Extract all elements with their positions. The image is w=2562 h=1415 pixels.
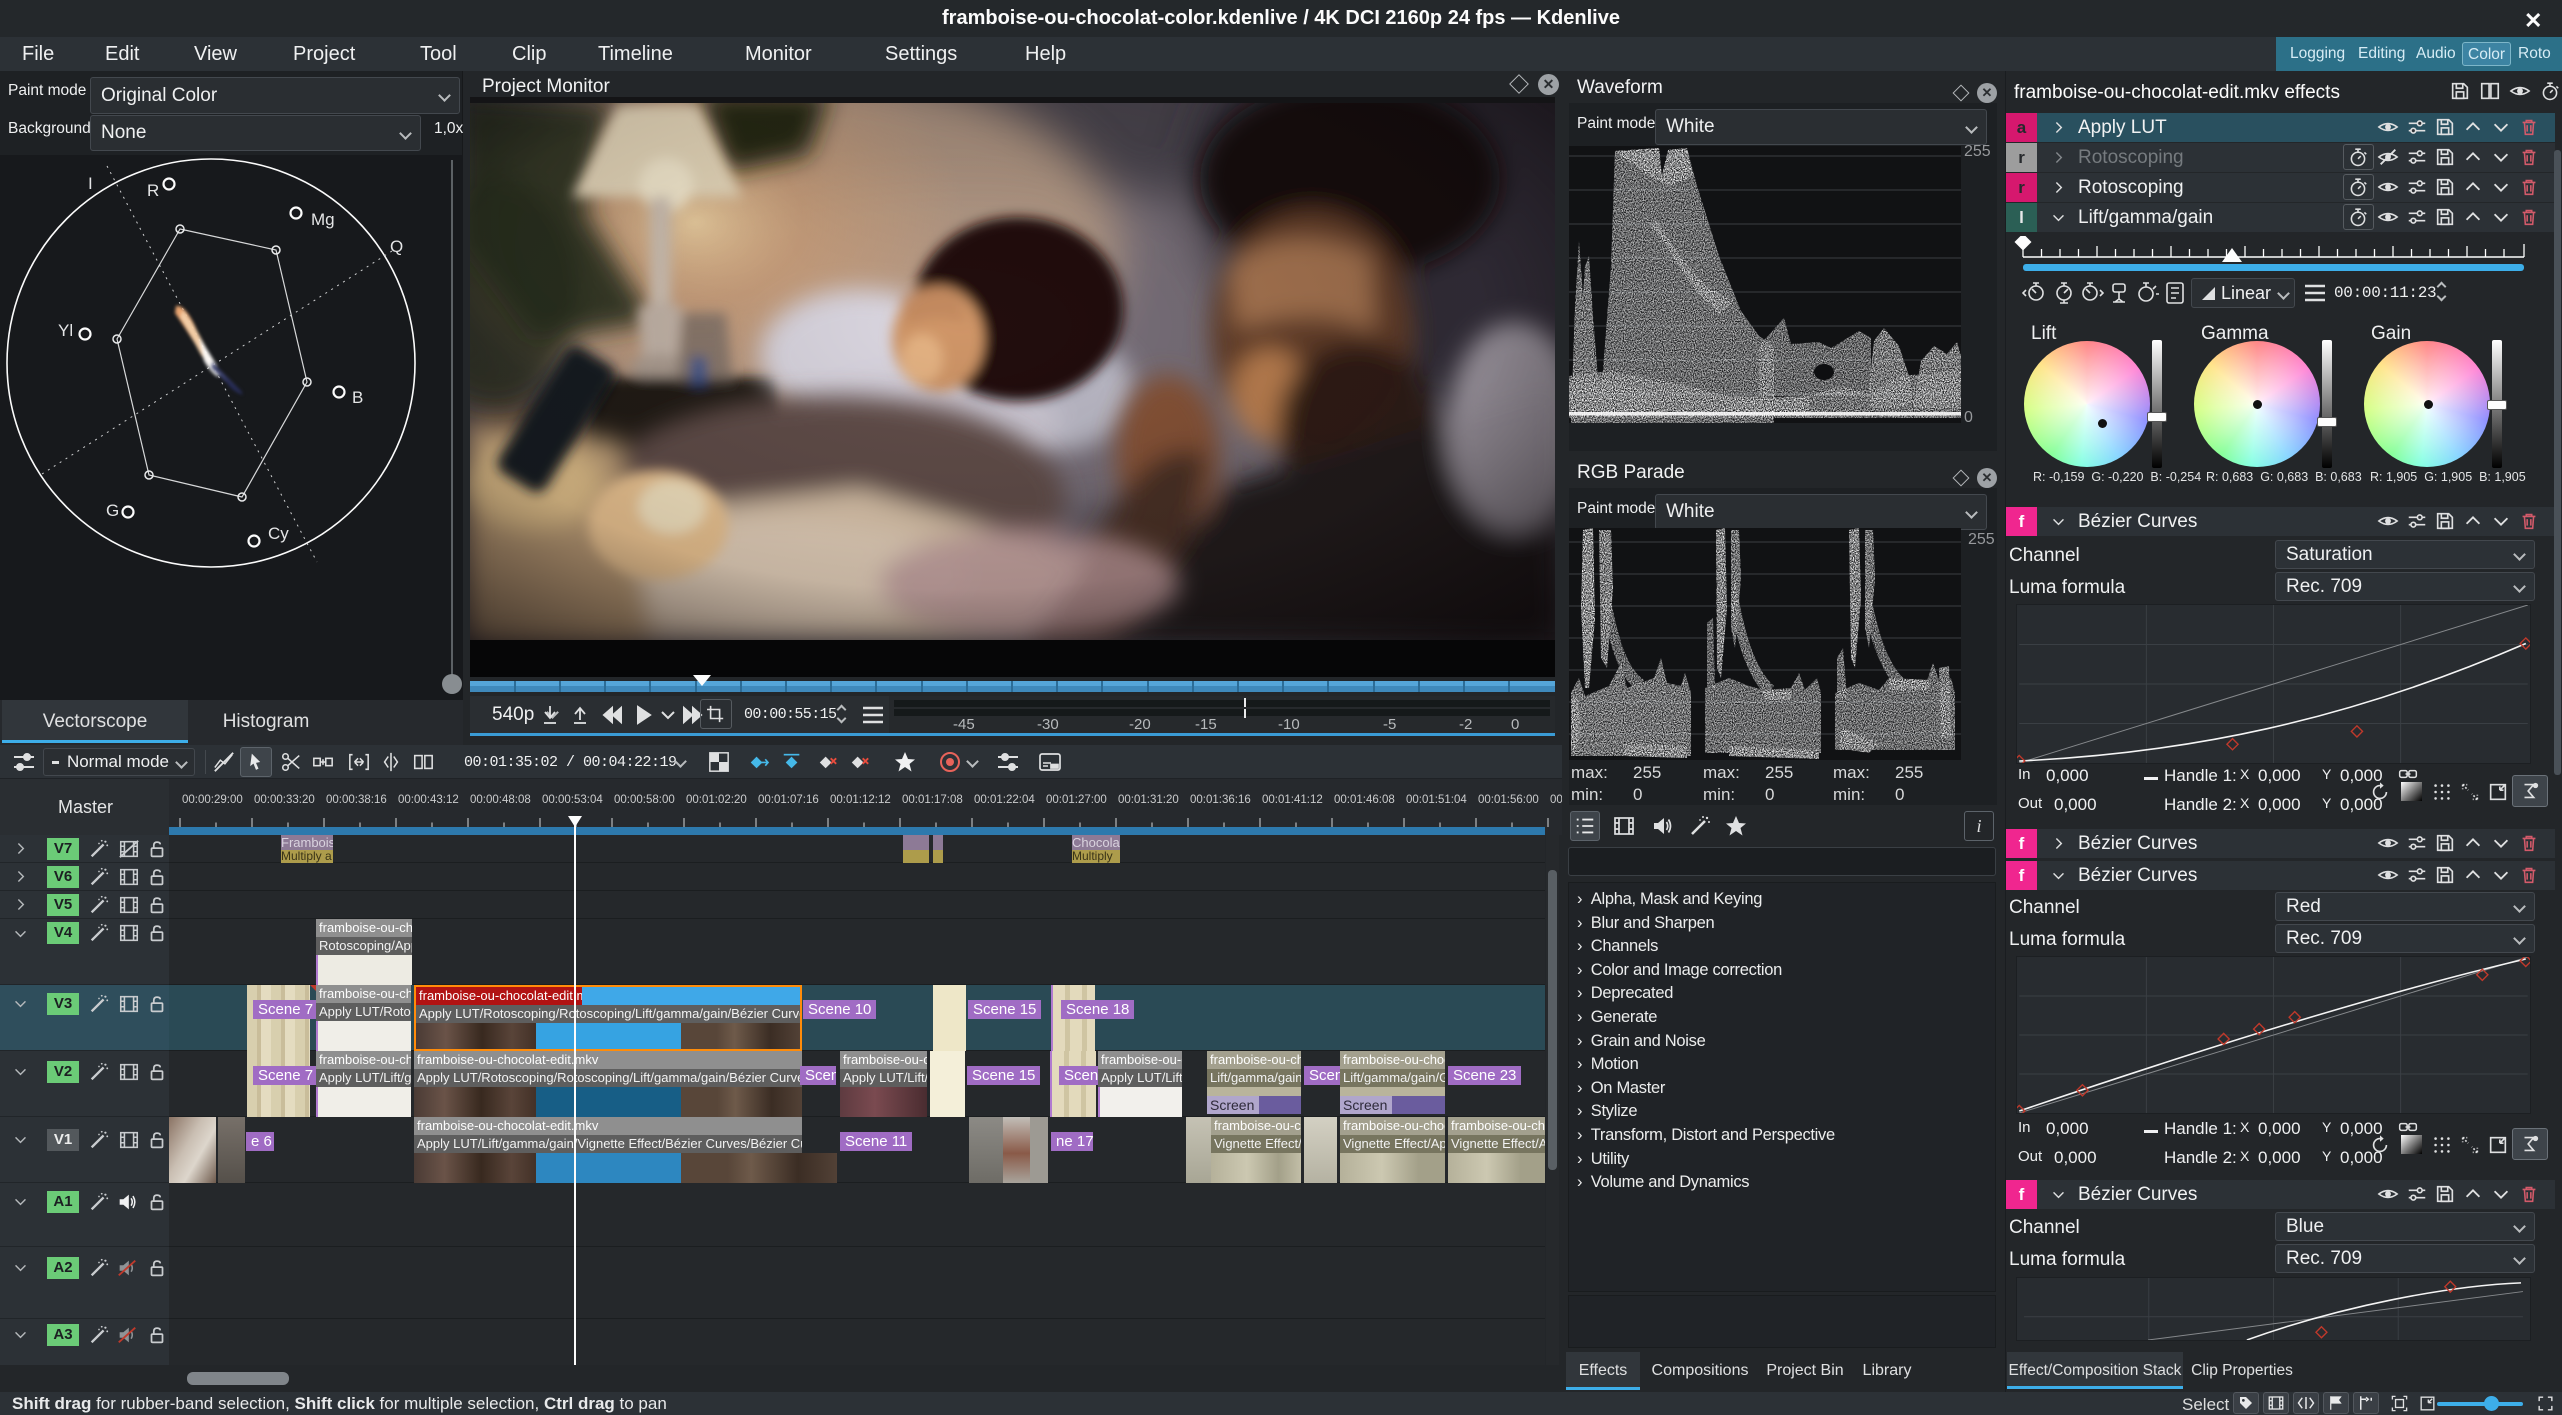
svg-text:00:01:27:00: 00:01:27:00 [1046, 794, 1107, 806]
svg-text:Yl: Yl [58, 321, 73, 340]
svg-text:00:00:48:08: 00:00:48:08 [470, 794, 531, 806]
svg-text:00:01:56:00: 00:01:56:00 [1478, 794, 1539, 806]
svg-text:I: I [88, 174, 93, 193]
svg-text:00:01:41:12: 00:01:41:12 [1262, 794, 1323, 806]
svg-text:00:01:22:04: 00:01:22:04 [974, 794, 1035, 806]
svg-text:00:00:53:04: 00:00:53:04 [542, 794, 603, 806]
svg-text:00:01:51:04: 00:01:51:04 [1406, 794, 1467, 806]
svg-text:00:01:46:08: 00:01:46:08 [1334, 794, 1395, 806]
svg-text:00:00:58:00: 00:00:58:00 [614, 794, 675, 806]
svg-text:00:00:29:00: 00:00:29:00 [182, 794, 243, 806]
svg-text:R: R [147, 181, 159, 200]
svg-text:Q: Q [390, 237, 403, 256]
svg-text:00:00:43:12: 00:00:43:12 [398, 794, 459, 806]
svg-text:00:: 00: [1550, 794, 1562, 806]
svg-text:00:00:33:20: 00:00:33:20 [254, 794, 315, 806]
svg-text:00:00:38:16: 00:00:38:16 [326, 794, 387, 806]
svg-text:B: B [352, 388, 363, 407]
svg-text:00:01:07:16: 00:01:07:16 [758, 794, 819, 806]
svg-text:00:01:02:20: 00:01:02:20 [686, 794, 747, 806]
svg-text:Mg: Mg [311, 210, 335, 229]
svg-text:00:01:31:20: 00:01:31:20 [1118, 794, 1179, 806]
svg-text:00:01:12:12: 00:01:12:12 [830, 794, 891, 806]
svg-text:Cy: Cy [268, 524, 289, 543]
svg-text:G: G [106, 501, 119, 520]
svg-text:00:01:36:16: 00:01:36:16 [1190, 794, 1251, 806]
svg-text:00:01:17:08: 00:01:17:08 [902, 794, 963, 806]
